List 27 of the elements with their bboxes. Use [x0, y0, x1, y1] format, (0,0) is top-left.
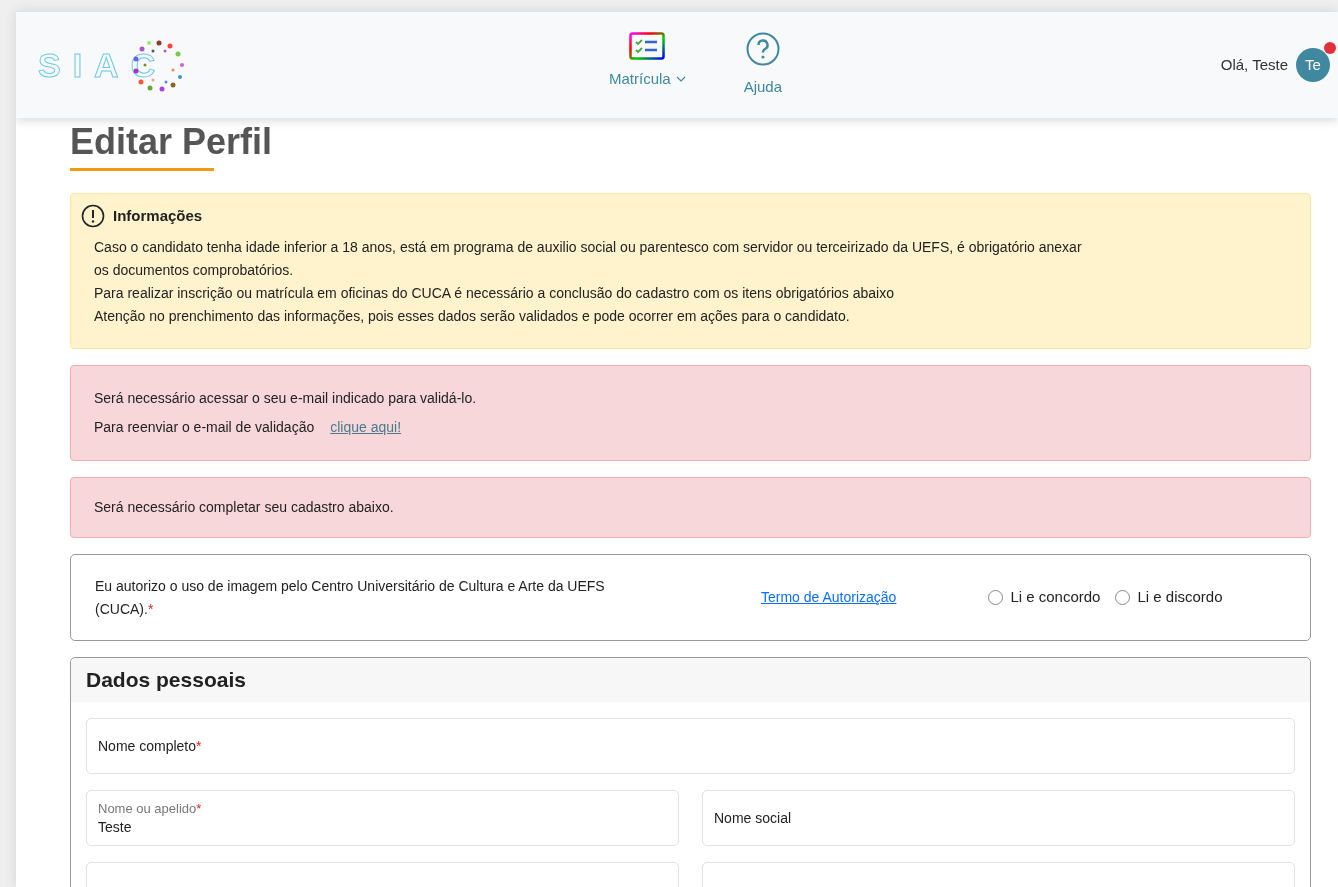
info-text: Para realizar inscrição ou matrícula em oficinas do CUCA é necessário a conclusão do cadastro com os itens obrigatórios abaixo	[94, 284, 895, 303]
consent-text: Eu autorizo o uso de imagem pelo Centro Universitário de Cultura e Arte da UEFS (CUCA).*	[95, 576, 606, 619]
exclamation-icon	[81, 204, 105, 228]
radio-option[interactable]: Li e concordo	[988, 586, 1101, 609]
info-text: Caso o candidato tenha idade inferior a 18 anos, está em programa de auxilio social ou parentesco com servidor ou terceirizado da UEFS, é obrigatório anexar os documentos comprobatórios.	[94, 238, 1083, 280]
text-field[interactable]: Nome completo*	[86, 718, 1295, 774]
caret-icon	[675, 76, 686, 83]
authorization-term-link[interactable]: Termo de Autorização	[761, 587, 897, 608]
text-field[interactable]: Nome social	[702, 790, 1295, 846]
nav-link[interactable]: Ajuda	[743, 32, 783, 99]
radio-option[interactable]: Li e discordo	[1115, 586, 1223, 609]
section-title: Dados pessoais	[86, 667, 246, 694]
text-field[interactable]: Nome ou apelido* Teste	[86, 790, 679, 846]
checklist-icon	[629, 32, 666, 60]
info-title: Informações	[113, 205, 203, 226]
help-icon	[745, 32, 780, 66]
alert-text: Será necessário completar seu cadastro abaixo.	[94, 498, 394, 517]
page-title: Editar Perfil	[70, 120, 273, 164]
nav-link[interactable]: Matrícula	[609, 32, 686, 99]
greeting: Olá, Teste	[1220, 54, 1288, 75]
alert-text: Será necessário acessar o seu e-mail indicado para validá-lo.	[94, 389, 477, 408]
radio-button[interactable]	[988, 590, 1004, 605]
resend-link[interactable]: clique aqui!	[330, 413, 402, 442]
info-text: Atenção no prenchimento das informações, pois esses dados serão validados e pode ocorrer em ações para o candidato.	[94, 307, 851, 326]
alert-text: Para reenviar o e-mail de validação	[94, 418, 315, 437]
user-avatar[interactable]: Te	[1296, 48, 1330, 82]
radio-button[interactable]	[1115, 590, 1131, 605]
